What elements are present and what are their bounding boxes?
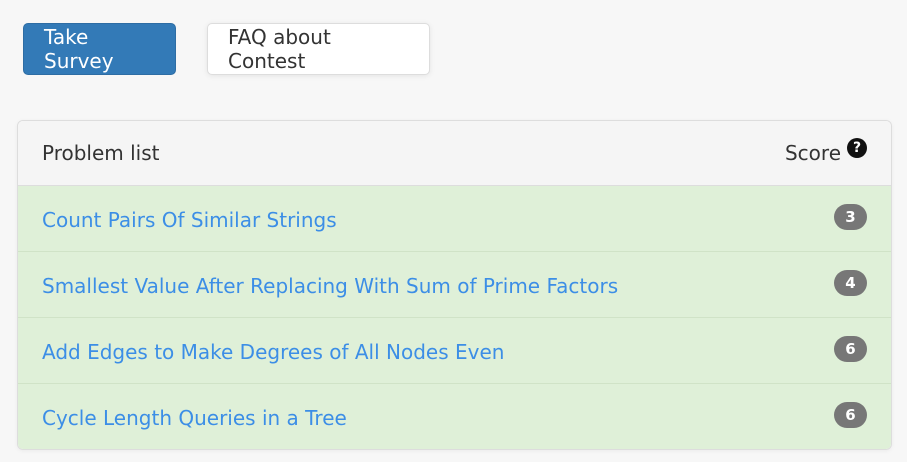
problem-link[interactable]: Count Pairs Of Similar Strings	[42, 208, 337, 232]
problem-link[interactable]: Smallest Value After Replacing With Sum …	[42, 274, 618, 298]
score-header: Score ?	[784, 138, 867, 165]
problem-row: Count Pairs Of Similar Strings 3	[18, 186, 891, 252]
problem-row: Smallest Value After Replacing With Sum …	[18, 252, 891, 318]
score-badge: 6	[834, 401, 867, 428]
score-label: Score	[784, 141, 841, 165]
score-badge: 4	[834, 269, 867, 296]
problem-list-panel: Problem list Score ? Count Pairs Of Simi…	[17, 120, 892, 450]
score-badge: 6	[834, 335, 867, 362]
problem-list-title: Problem list	[42, 141, 160, 165]
score-badge: 3	[834, 203, 867, 230]
action-buttons: Take Survey FAQ about Contest	[23, 23, 430, 75]
problem-link[interactable]: Add Edges to Make Degrees of All Nodes E…	[42, 340, 504, 364]
problem-row: Cycle Length Queries in a Tree 6	[18, 384, 891, 449]
problem-link[interactable]: Cycle Length Queries in a Tree	[42, 406, 347, 430]
faq-button[interactable]: FAQ about Contest	[207, 23, 430, 75]
panel-heading: Problem list Score ?	[18, 121, 891, 186]
take-survey-button[interactable]: Take Survey	[23, 23, 176, 75]
question-circle-icon[interactable]: ?	[847, 138, 867, 158]
problem-row: Add Edges to Make Degrees of All Nodes E…	[18, 318, 891, 384]
